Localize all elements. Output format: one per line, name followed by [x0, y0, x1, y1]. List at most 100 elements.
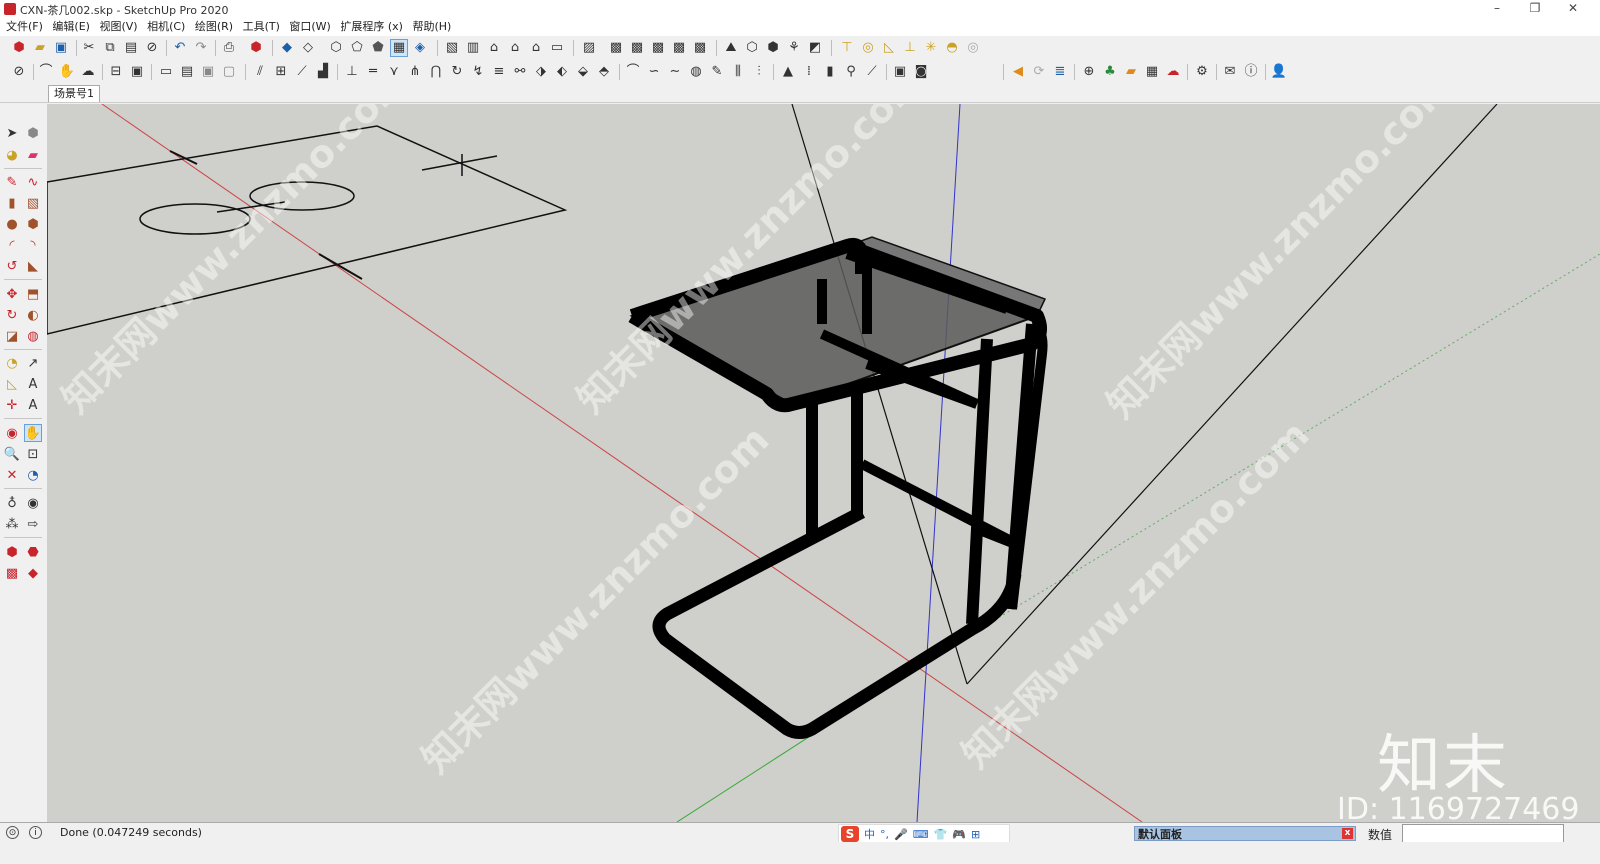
freehand-icon[interactable]: ∿ [24, 173, 42, 191]
door-tool-icon[interactable]: ▤ [178, 63, 196, 81]
xray-style-icon[interactable]: ◆ [278, 39, 296, 57]
iso-view-icon[interactable]: ▧ [443, 39, 461, 57]
panel-close-button[interactable]: x [1342, 828, 1353, 839]
add-location-icon[interactable]: ⊕ [1080, 63, 1098, 81]
arch-tool-icon[interactable]: ⋂ [427, 63, 445, 81]
pan-hand-icon[interactable]: ✋ [24, 424, 42, 442]
ime-punctuation[interactable]: °, [880, 828, 889, 841]
pen-tool-icon[interactable]: ✎ [708, 63, 726, 81]
bend-tool-icon[interactable]: ↯ [469, 63, 487, 81]
arc-icon[interactable]: ◜ [3, 236, 21, 254]
gear-icon[interactable]: ⚙ [1193, 63, 1211, 81]
three-point-arc-icon[interactable]: ↺ [3, 257, 21, 275]
sun-icon[interactable]: ✳ [922, 39, 940, 57]
restore-button[interactable]: ❐ [1516, 0, 1554, 18]
warehouse-icon[interactable]: ⬢ [3, 543, 21, 561]
front-view-icon[interactable]: ⌂ [485, 39, 503, 57]
menu-tools[interactable]: 工具(T) [243, 18, 280, 36]
extension-warehouse-icon[interactable]: ◀ [1009, 63, 1027, 81]
orbit-icon[interactable]: ◉ [3, 424, 21, 442]
save-icon[interactable]: ▣ [52, 39, 70, 57]
mountain-tool-icon[interactable]: ▲ [779, 63, 797, 81]
intersect-icon[interactable]: ▩ [649, 39, 667, 57]
trim-icon[interactable]: ▩ [670, 39, 688, 57]
monochrome-style-icon[interactable]: ◈ [411, 39, 429, 57]
double-line-icon[interactable]: ═ [364, 63, 382, 81]
cut-icon[interactable]: ✂ [80, 39, 98, 57]
print-icon[interactable]: ⎙ [220, 39, 238, 57]
minimize-button[interactable]: – [1478, 0, 1516, 18]
dome-icon[interactable]: ◓ [943, 39, 961, 57]
position-camera-icon[interactable]: ♁ [3, 494, 21, 512]
loop-tool-icon[interactable]: ↻ [448, 63, 466, 81]
measure-angle-icon[interactable]: ⊤ [838, 39, 856, 57]
stairs-tool-icon[interactable]: ⫽ [251, 63, 269, 81]
bars-tool-icon[interactable]: ≡ [490, 63, 508, 81]
paint-bucket-icon[interactable]: ◕ [3, 146, 21, 164]
hand-tool-icon[interactable]: ✋ [58, 63, 76, 81]
slope-tool-icon[interactable]: ⟋ [293, 63, 311, 81]
beam-tool-icon[interactable]: ⊥ [343, 63, 361, 81]
menu-window[interactable]: 窗口(W) [289, 18, 330, 36]
measurements-input[interactable] [1402, 824, 1564, 843]
paste-icon[interactable]: ▤ [122, 39, 140, 57]
dimension-icon[interactable]: ↗ [24, 354, 42, 372]
text-tool-icon[interactable]: A [24, 375, 42, 393]
layers-stack-icon[interactable]: ≣ [1051, 63, 1069, 81]
steps-tool-icon[interactable]: ▟ [314, 63, 332, 81]
frame-gray-icon[interactable]: ▣ [199, 63, 217, 81]
stamp-icon[interactable]: ⚘ [785, 39, 803, 57]
follow-me-icon[interactable]: ⌒ [37, 63, 55, 81]
hidden-line-style-icon[interactable]: ⬠ [348, 39, 366, 57]
undo-icon[interactable]: ↶ [171, 39, 189, 57]
figure-tool-icon[interactable]: ⚲ [842, 63, 860, 81]
tape-measure-icon[interactable]: ◔ [3, 354, 21, 372]
line-pencil-icon[interactable]: ✎ [3, 173, 21, 191]
menu-file[interactable]: 文件(F) [6, 18, 43, 36]
upload-cloud-icon[interactable]: ☁ [1164, 63, 1182, 81]
menu-draw[interactable]: 绘图(R) [195, 18, 233, 36]
cloud-tool-icon[interactable]: ☁ [79, 63, 97, 81]
columns-tool-icon[interactable]: ⫶ [750, 63, 768, 81]
two-point-arc-icon[interactable]: ◝ [24, 236, 42, 254]
chain-tool-icon[interactable]: ∽ [645, 63, 663, 81]
link-tool-icon[interactable]: ⚯ [511, 63, 529, 81]
connect-tool-icon[interactable]: ⋎ [385, 63, 403, 81]
menu-edit[interactable]: 编辑(E) [52, 18, 90, 36]
axes-tool-icon[interactable]: ⊥ [901, 39, 919, 57]
menu-camera[interactable]: 相机(C) [147, 18, 185, 36]
lock-tool-icon[interactable]: ▢ [220, 63, 238, 81]
ime-keyboard-icon[interactable]: ⌨ [913, 828, 929, 841]
protractor-tool-icon[interactable]: ◺ [3, 375, 21, 393]
tree-icon[interactable]: ♣ [1101, 63, 1119, 81]
copy-icon[interactable]: ⧉ [101, 39, 119, 57]
device-tool-icon[interactable]: ▣ [891, 63, 909, 81]
window-tool-icon[interactable]: ▭ [157, 63, 175, 81]
ime-skin-icon[interactable]: 👕 [934, 828, 948, 841]
round-device-icon[interactable]: ◙ [912, 63, 930, 81]
share-model-icon[interactable]: ⬣ [24, 543, 42, 561]
circle-tool-icon[interactable]: ◎ [859, 39, 877, 57]
checker-icon[interactable]: ▦ [1143, 63, 1161, 81]
open-folder-icon[interactable]: ▰ [31, 39, 49, 57]
offset-icon[interactable]: ◍ [24, 327, 42, 345]
backedges-style-icon[interactable]: ◇ [299, 39, 317, 57]
scene-tab[interactable]: 场景号1 [48, 85, 100, 102]
model-viewport[interactable]: 知末网www.znzmo.com 知末网www.znzmo.com 知末网www… [47, 104, 1600, 822]
check-tool-icon[interactable]: ⊘ [10, 63, 28, 81]
info-icon[interactable]: ⓘ [1242, 63, 1260, 81]
mail-icon[interactable]: ✉ [1221, 63, 1239, 81]
menu-extensions[interactable]: 扩展程序 (x) [340, 18, 403, 36]
default-tray-panel[interactable]: 默认面板 x [1134, 826, 1356, 841]
menu-help[interactable]: 帮助(H) [412, 18, 451, 36]
push-pull-icon[interactable]: ⬒ [24, 285, 42, 303]
arc-tool-icon[interactable]: ⌒ [624, 63, 642, 81]
scale-icon[interactable]: ◪ [3, 327, 21, 345]
push-tool-icon[interactable]: ⬙ [574, 63, 592, 81]
walk-icon[interactable]: ⁂ [3, 515, 21, 533]
select-arrow-icon[interactable]: ➤ [3, 124, 21, 142]
ime-game-icon[interactable]: 🎮 [952, 828, 966, 841]
shaded-textures-style-icon[interactable]: ▦ [390, 39, 408, 57]
weave-tool-icon[interactable]: ⬗ [532, 63, 550, 81]
polygon-icon[interactable]: ⬢ [24, 215, 42, 233]
